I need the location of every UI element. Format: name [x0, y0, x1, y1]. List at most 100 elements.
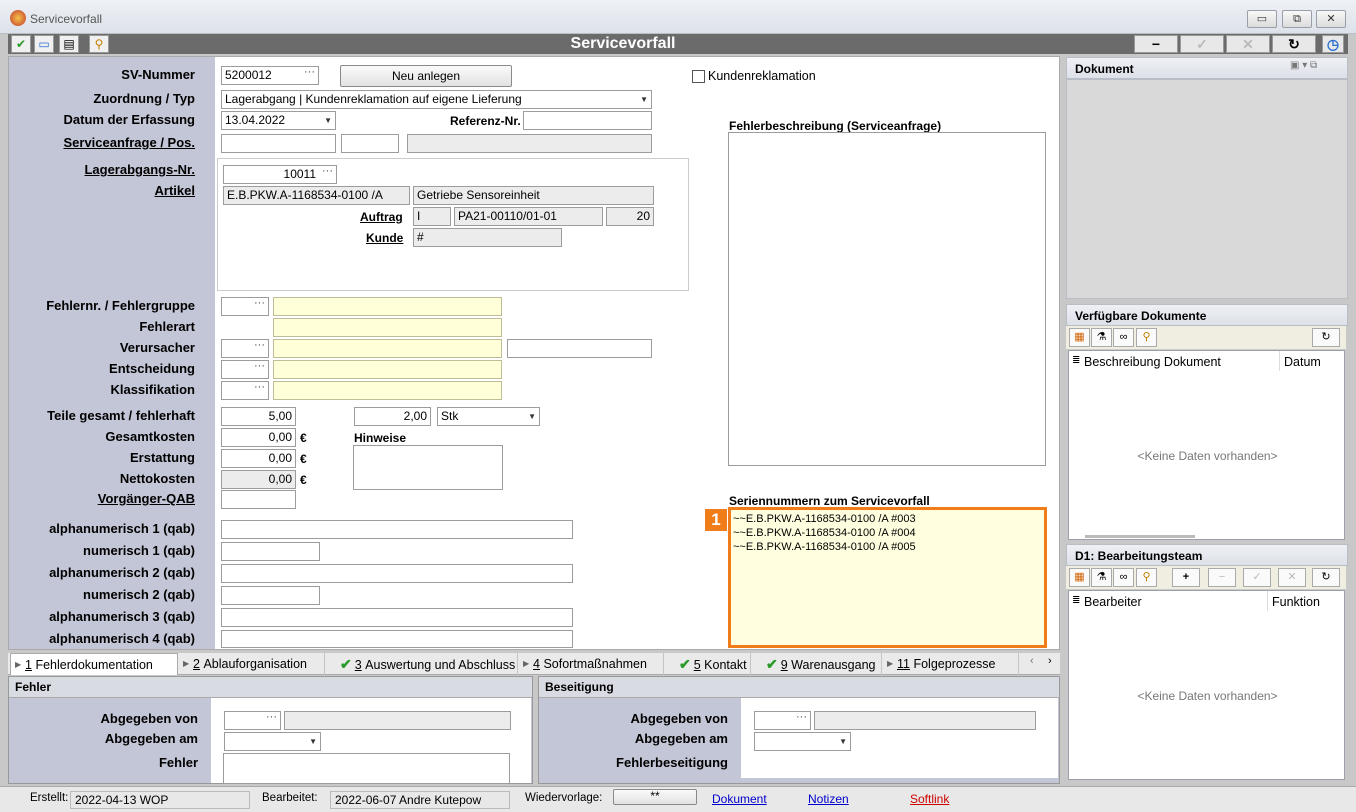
alpha4-input[interactable] [221, 630, 573, 648]
verursacher-extra-input[interactable] [507, 339, 652, 358]
minimize-button[interactable]: ▭ [1247, 10, 1277, 28]
fehlergruppe-field[interactable] [273, 297, 502, 316]
minus-icon[interactable]: − [1208, 568, 1236, 587]
check-icon[interactable]: ✓ [1180, 35, 1224, 53]
binoculars-icon[interactable]: ∞ [1113, 568, 1134, 587]
entscheidung-field[interactable] [273, 360, 502, 379]
fehler-textarea[interactable] [223, 753, 510, 784]
column-menu-icon[interactable]: ≣ [1072, 595, 1080, 606]
tab-kontakt[interactable]: ✔ 5 Kontakt [665, 653, 751, 675]
add-icon[interactable]: + [1172, 568, 1200, 587]
einheit-select[interactable]: Stk ▼ [437, 407, 540, 426]
cross-icon[interactable]: ✕ [1278, 568, 1306, 587]
alpha3-input[interactable] [221, 608, 573, 627]
tab-fehlerdokumentation[interactable]: ▶ 1 Fehlerdokumentation [10, 653, 178, 675]
tab-sofortmassnahmen[interactable]: ▶ 4 Sofortmaßnahmen [519, 653, 664, 675]
verursacher-field[interactable] [273, 339, 502, 358]
wiedervorlage-button[interactable]: ** [613, 789, 697, 805]
fehlernr-input[interactable]: ··· [221, 297, 269, 316]
cross-icon[interactable]: ✕ [1226, 35, 1270, 53]
column-header[interactable]: Funktion [1272, 595, 1320, 609]
serviceanfrage-input[interactable] [221, 134, 336, 153]
grid-icon[interactable]: ▦ [1069, 568, 1090, 587]
neu-anlegen-button[interactable]: Neu anlegen [340, 65, 512, 87]
refresh-icon[interactable]: ↻ [1272, 35, 1316, 53]
teile-fehlerhaft-input[interactable]: 2,00 [354, 407, 431, 426]
scrollbar[interactable] [1085, 535, 1195, 538]
num2-input[interactable] [221, 586, 320, 605]
dokument-link[interactable]: Dokument [712, 792, 767, 806]
tab-auswertung[interactable]: ✔ 3 Auswertung und Abschluss [326, 653, 518, 675]
binoculars-icon[interactable]: ∞ [1113, 328, 1134, 347]
alpha1-input[interactable] [221, 520, 573, 539]
column-header[interactable]: Bearbeiter [1084, 595, 1142, 609]
minus-icon[interactable]: − [1134, 35, 1178, 53]
tab-ablauforganisation[interactable]: ▶ 2 Ablauforganisation [179, 653, 325, 675]
beseitigung-abgegeben-von-input[interactable]: ··· [754, 711, 811, 730]
sv-nummer-input[interactable]: 5200012 ··· [221, 66, 319, 85]
verursacher-label: Verursacher [119, 340, 195, 355]
refresh-icon[interactable]: ↻ [1312, 328, 1340, 347]
kunde-link[interactable]: Kunde [366, 231, 403, 245]
column-header[interactable]: Beschreibung Dokument [1084, 355, 1221, 369]
tab-scroll-left-icon[interactable]: ‹ [1030, 655, 1034, 667]
datum-picker[interactable]: 13.04.2022 ▼ [221, 111, 336, 130]
tab-folgeprozesse[interactable]: ▶ 11 Folgeprozesse [883, 653, 1019, 675]
fehler-abgegeben-am-picker[interactable]: ▼ [224, 732, 321, 751]
lagerabgang-link[interactable]: Lagerabgangs-Nr. [9, 162, 195, 177]
serviceanfrage-pos-input[interactable] [341, 134, 399, 153]
entscheidung-input[interactable]: ··· [221, 360, 269, 379]
verursacher-input[interactable]: ··· [221, 339, 269, 358]
search-icon[interactable]: ⚲ [1136, 568, 1157, 587]
tab-scroll-right-icon[interactable]: › [1048, 655, 1052, 667]
alpha2-input[interactable] [221, 564, 573, 583]
search-icon[interactable]: ⚲ [1136, 328, 1157, 347]
erstattung-input[interactable]: 0,00 [221, 449, 296, 468]
beseitigung-title: Beseitigung [539, 677, 1059, 698]
filter-icon[interactable]: ⚗ [1091, 568, 1112, 587]
klassifikation-field[interactable] [273, 381, 502, 400]
grid-icon[interactable]: ▦ [1069, 328, 1090, 347]
fehlerbeschreibung-textarea[interactable] [728, 132, 1046, 466]
auftrag-link[interactable]: Auftrag [360, 210, 403, 224]
gesamtkosten-input[interactable]: 0,00 [221, 428, 296, 447]
panel-controls-icon[interactable]: ▣ ▾ ⧉ [1290, 60, 1317, 71]
clock-icon[interactable]: ◷ [1322, 35, 1344, 53]
hinweise-textarea[interactable] [353, 445, 503, 490]
fehlerart-field[interactable] [273, 318, 502, 337]
teile-gesamt-input[interactable]: 5,00 [221, 407, 296, 426]
seriennummern-list[interactable]: ~~E.B.PKW.A-1168534-0100 /A #003 ~~E.B.P… [728, 507, 1047, 648]
tab-warenausgang[interactable]: ✔ 9 Warenausgang [752, 653, 882, 675]
filter-icon[interactable]: ⚗ [1091, 328, 1112, 347]
beseitigung-abgegeben-am-picker[interactable]: ▼ [754, 732, 851, 751]
team-header: D1: Bearbeitungsteam [1066, 544, 1348, 566]
restore-button[interactable]: ⧉ [1282, 10, 1312, 28]
column-menu-icon[interactable]: ≣ [1072, 355, 1080, 366]
notizen-link[interactable]: Notizen [808, 792, 849, 806]
close-window-button[interactable]: ✕ [1316, 10, 1346, 28]
check-icon[interactable]: ✓ [1243, 568, 1271, 587]
lagerabgang-input[interactable]: 10011 ··· [223, 165, 337, 184]
serial-item[interactable]: ~~E.B.PKW.A-1168534-0100 /A #004 [733, 526, 1042, 540]
softlink-link[interactable]: Softlink [910, 792, 949, 806]
fehler-abgegeben-von-input[interactable]: ··· [224, 711, 281, 730]
window-titlebar [0, 0, 1356, 34]
referenz-input[interactable] [523, 111, 652, 130]
check-icon: ✔ [340, 656, 352, 672]
refresh-icon[interactable]: ↻ [1312, 568, 1340, 587]
serviceanfrage-link[interactable]: Serviceanfrage / Pos. [9, 135, 195, 150]
fehler-title: Fehler [9, 677, 532, 698]
vorgaenger-input[interactable] [221, 490, 296, 509]
empty-state: <Keine Daten vorhanden> [1137, 449, 1278, 463]
column-header[interactable]: Datum [1284, 355, 1321, 369]
serial-item[interactable]: ~~E.B.PKW.A-1168534-0100 /A #003 [733, 512, 1042, 526]
team-title: D1: Bearbeitungsteam [1075, 549, 1203, 563]
num1-input[interactable] [221, 542, 320, 561]
serial-item[interactable]: ~~E.B.PKW.A-1168534-0100 /A #005 [733, 540, 1042, 554]
vorgaenger-link[interactable]: Vorgänger-QAB [9, 491, 195, 506]
zuordnung-select[interactable]: Lagerabgang | Kundenreklamation auf eige… [221, 90, 652, 109]
kundenreklamation-checkbox[interactable] [692, 70, 705, 83]
header-bar: ✔ ▭ ▤ ⚲ Servicevorfall − ✓ ✕ ↻ ◷ [8, 34, 1348, 54]
artikel-link[interactable]: Artikel [9, 183, 195, 198]
klassifikation-input[interactable]: ··· [221, 381, 269, 400]
